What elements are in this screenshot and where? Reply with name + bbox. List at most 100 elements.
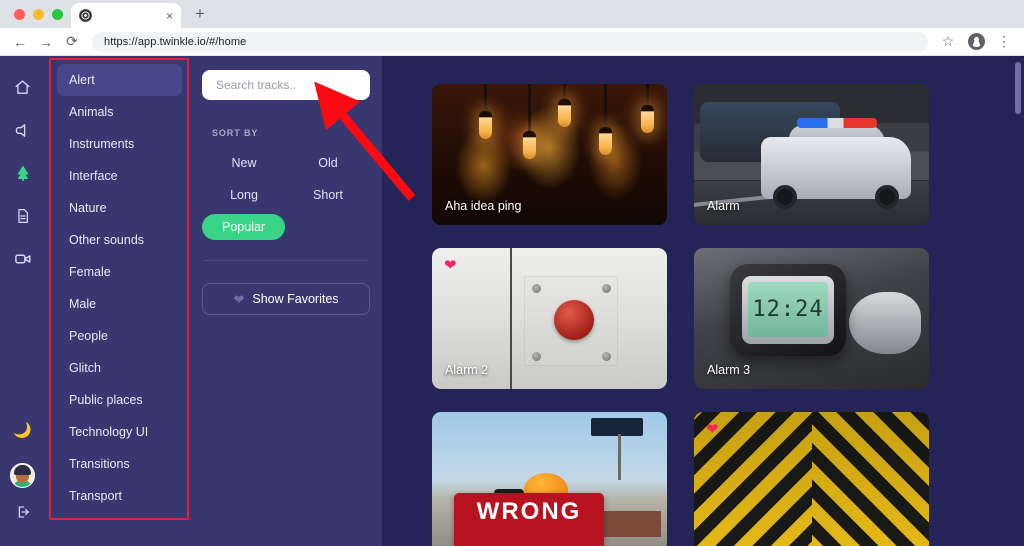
- category-label: Male: [69, 297, 97, 311]
- sort-option-new[interactable]: New: [219, 148, 268, 178]
- rail-item-theme-toggle[interactable]: 🌙: [6, 413, 40, 447]
- category-label: Other sounds: [69, 233, 145, 247]
- category-item-public-places[interactable]: Public places: [57, 384, 182, 416]
- category-label: Technology UI: [69, 425, 149, 439]
- rail-item-documents[interactable]: [6, 199, 40, 233]
- category-label: Nature: [69, 201, 107, 215]
- moon-icon: 🌙: [13, 421, 32, 439]
- minimize-window-button[interactable]: [33, 8, 44, 20]
- sort-option-old[interactable]: Old: [306, 148, 349, 178]
- search-placeholder: Search tracks..: [216, 78, 297, 92]
- track-grid: Aha idea ping Alarm ❤ Alarm 2 12:24 Alar…: [432, 84, 1024, 546]
- category-label: Female: [69, 265, 111, 279]
- sort-by-label: SORT BY: [212, 128, 259, 138]
- back-icon[interactable]: ←: [8, 30, 32, 54]
- wrong-way-sign-artwork: WRONG: [432, 412, 667, 546]
- sort-option-short[interactable]: Short: [301, 180, 355, 210]
- track-card[interactable]: 12:24 Alarm 3: [694, 248, 929, 389]
- category-item-instruments[interactable]: Instruments: [57, 128, 182, 160]
- filters-divider: [204, 260, 368, 261]
- search-input[interactable]: Search tracks..: [202, 70, 370, 100]
- track-title: Aha idea ping: [445, 199, 522, 213]
- rail-item-logout[interactable]: [6, 495, 40, 529]
- track-title: Alarm: [707, 199, 740, 213]
- rail-item-video[interactable]: [6, 242, 40, 276]
- new-tab-button[interactable]: +: [187, 1, 213, 27]
- video-camera-icon: [14, 250, 32, 268]
- rail-item-sounds[interactable]: [6, 113, 40, 147]
- maximize-window-button[interactable]: [52, 8, 63, 20]
- camera-aperture-icon: [79, 9, 92, 22]
- category-label: Glitch: [69, 361, 101, 375]
- track-card[interactable]: Alarm: [694, 84, 929, 225]
- track-card[interactable]: ❤ Alarm 2: [432, 248, 667, 389]
- track-card[interactable]: Aha idea ping: [432, 84, 667, 225]
- category-label: Transitions: [69, 457, 130, 471]
- browser-toolbar: ← → ⟳ https://app.twinkle.io/#/home ☆ ⋮: [0, 28, 1024, 56]
- sign-text: WRONG: [454, 493, 604, 546]
- category-item-male[interactable]: Male: [57, 288, 182, 320]
- avatar-hair: [14, 465, 31, 475]
- track-title: Alarm 3: [707, 363, 751, 377]
- favorite-heart-icon[interactable]: ❤: [444, 258, 457, 273]
- icon-rail: 🌙: [0, 56, 45, 546]
- sort-option-popular[interactable]: Popular: [202, 214, 286, 240]
- category-label: Instruments: [69, 137, 135, 151]
- category-item-people[interactable]: People: [57, 320, 182, 352]
- bookmark-star-icon[interactable]: ☆: [936, 30, 960, 54]
- browser-window: × + ← → ⟳ https://app.twinkle.io/#/home …: [0, 0, 1024, 546]
- speaker-icon: [14, 122, 31, 139]
- hazard-stripes-artwork: [694, 412, 929, 546]
- vertical-scrollbar-thumb[interactable]: [1015, 62, 1021, 114]
- profile-button[interactable]: [964, 30, 988, 54]
- track-title: Alarm 2: [445, 363, 489, 377]
- category-item-transport[interactable]: Transport: [57, 480, 182, 512]
- window-controls: [10, 0, 71, 28]
- category-item-female[interactable]: Female: [57, 256, 182, 288]
- rail-bottom-group: 🌙: [6, 413, 40, 546]
- popular-row: Popular: [202, 214, 370, 240]
- sort-option-long[interactable]: Long: [218, 180, 270, 210]
- toolbar-actions: ☆ ⋮: [936, 30, 1016, 54]
- category-item-glitch[interactable]: Glitch: [57, 352, 182, 384]
- filters-panel: Search tracks.. SORT BY New Old Long Sho…: [190, 56, 382, 546]
- tree-icon: [14, 164, 32, 182]
- close-window-button[interactable]: [14, 8, 25, 20]
- category-label: People: [69, 329, 108, 343]
- sort-options: New Old Long Short: [202, 148, 370, 210]
- rail-item-home[interactable]: [6, 70, 40, 104]
- app-root: 🌙 Alert Animals Instruments Interface Na…: [0, 56, 1024, 546]
- menu-kebab-icon[interactable]: ⋮: [992, 30, 1016, 54]
- logout-icon: [15, 504, 31, 520]
- category-item-transitions[interactable]: Transitions: [57, 448, 182, 480]
- track-card[interactable]: WRONG: [432, 412, 667, 546]
- track-grid-area: Aha idea ping Alarm ❤ Alarm 2 12:24 Alar…: [382, 56, 1024, 546]
- category-item-nature[interactable]: Nature: [57, 192, 182, 224]
- forward-icon[interactable]: →: [34, 30, 58, 54]
- category-label: Public places: [69, 393, 143, 407]
- category-item-interface[interactable]: Interface: [57, 160, 182, 192]
- show-favorites-label: Show Favorites: [252, 292, 339, 306]
- track-card[interactable]: ❤: [694, 412, 929, 546]
- home-icon: [14, 79, 31, 96]
- category-item-other-sounds[interactable]: Other sounds: [57, 224, 182, 256]
- favorite-heart-icon[interactable]: ❤: [706, 422, 719, 437]
- close-icon[interactable]: ×: [166, 10, 173, 22]
- rail-item-nature[interactable]: [6, 156, 40, 190]
- clock-display: 12:24: [748, 282, 828, 337]
- category-label: Transport: [69, 489, 123, 503]
- category-item-technology-ui[interactable]: Technology UI: [57, 416, 182, 448]
- category-label: Interface: [69, 169, 118, 183]
- address-bar[interactable]: https://app.twinkle.io/#/home: [92, 31, 928, 52]
- show-favorites-button[interactable]: ❤ Show Favorites: [202, 283, 370, 315]
- category-item-alert[interactable]: Alert: [57, 64, 182, 96]
- category-label: Animals: [69, 105, 114, 119]
- avatar[interactable]: [10, 463, 35, 488]
- category-item-animals[interactable]: Animals: [57, 96, 182, 128]
- heart-icon: ❤: [233, 291, 245, 307]
- address-bar-url: https://app.twinkle.io/#/home: [104, 35, 247, 48]
- tab-strip: × +: [0, 0, 1024, 28]
- reload-icon[interactable]: ⟳: [60, 30, 84, 54]
- browser-tab[interactable]: ×: [71, 3, 181, 28]
- document-icon: [15, 208, 31, 224]
